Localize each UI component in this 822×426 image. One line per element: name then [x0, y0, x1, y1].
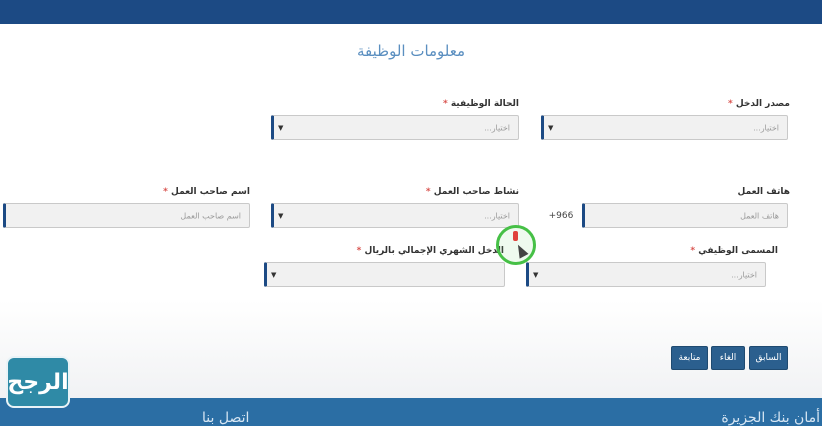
monthly-income-select[interactable]: ▼: [264, 262, 505, 287]
footer-contact-link[interactable]: اتصل بنا: [202, 410, 249, 426]
watermark-logo: الرجح: [6, 356, 70, 408]
caret-down-icon: ▼: [533, 270, 539, 279]
employer-name-label: اسم صاحب العمل *: [163, 187, 250, 197]
monthly-income-label: الدخل الشهري الإجمالي بالريال *: [356, 246, 504, 256]
caret-down-icon: ▼: [278, 211, 284, 220]
income-source-label: مصدر الدخل *: [728, 99, 790, 109]
caret-down-icon: ▼: [278, 123, 284, 132]
employer-name-input[interactable]: اسم صاحب العمل: [3, 203, 250, 228]
footer-brand-link[interactable]: أمان بنك الجزيرة: [721, 410, 820, 426]
cancel-button[interactable]: الغاء: [711, 346, 745, 370]
footer-bar: [0, 398, 822, 426]
work-phone-label: هاتف العمل: [737, 187, 790, 197]
employment-status-label: الحالة الوظيفية *: [442, 99, 519, 109]
next-button[interactable]: متابعة: [671, 346, 708, 370]
employer-activity-select[interactable]: ▼ اختيار...: [271, 203, 519, 228]
work-phone-input[interactable]: هاتف العمل: [582, 203, 788, 228]
caret-down-icon: ▼: [548, 123, 554, 132]
job-title-label: المسمى الوظيفي *: [690, 246, 778, 256]
job-title-select[interactable]: ▼ اختيار...: [526, 262, 766, 287]
caret-down-icon: ▼: [271, 270, 277, 279]
top-nav-bar: [0, 0, 822, 24]
job-info-form-panel: [0, 24, 822, 300]
employment-status-select[interactable]: ▼ اختيار...: [271, 115, 519, 140]
previous-button[interactable]: السابق: [749, 346, 788, 370]
employer-activity-label: نشاط صاحب العمل *: [425, 187, 519, 197]
section-title: معلومات الوظيفة: [356, 42, 466, 60]
phone-country-code: +966: [548, 210, 574, 221]
cursor-click-marker: [513, 231, 518, 241]
income-source-select[interactable]: ▼ اختيار...: [541, 115, 788, 140]
